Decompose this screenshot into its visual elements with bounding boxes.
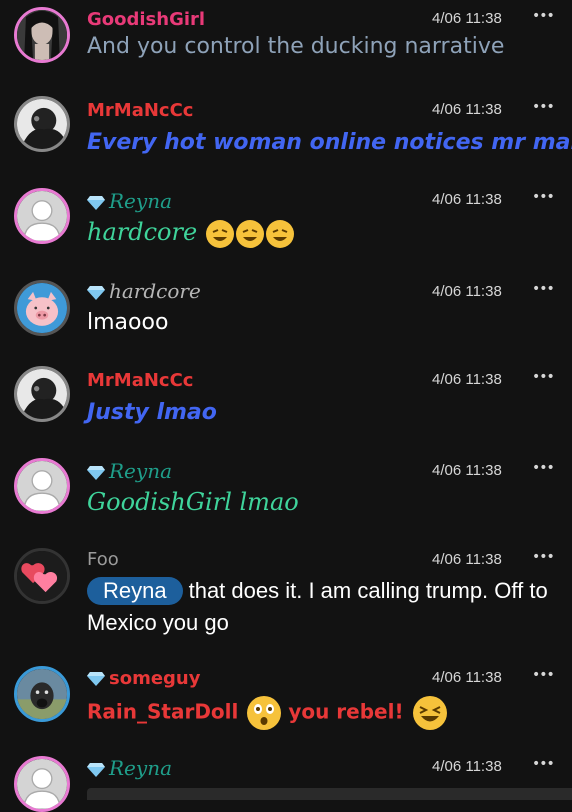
timestamp: 4/06 11:38	[432, 371, 502, 388]
username[interactable]: hardcore	[109, 279, 201, 303]
username-row: Reyna	[87, 189, 172, 213]
message-row: someguy Rain_StarDoll you rebel! 4/06 11…	[0, 660, 572, 750]
message-row: hardcore 4/06 11:38 ••• lmaooo	[0, 270, 572, 360]
diamond-icon	[87, 762, 105, 777]
message-row: Reyna 4/06 11:38 ••• GoodishGirl lmao	[0, 450, 572, 540]
avatar[interactable]	[14, 96, 70, 152]
avatar[interactable]	[14, 756, 70, 812]
username[interactable]: MrMaNcCc	[87, 100, 193, 121]
more-dots-icon[interactable]: •••	[532, 549, 555, 565]
message-line: Reyna that does it. I am calling trump. O…	[87, 577, 548, 605]
username[interactable]: Reyna	[109, 756, 172, 780]
timestamp: 4/06 11:38	[432, 283, 502, 300]
diamond-icon	[87, 285, 105, 300]
timestamp: 4/06 11:38	[432, 101, 502, 118]
avatar[interactable]	[14, 280, 70, 336]
avatar[interactable]	[14, 7, 70, 63]
timestamp: 4/06 11:38	[432, 669, 502, 686]
message-text: And you control the ducking narrative	[87, 34, 505, 59]
rofl-emoji-icon	[266, 220, 295, 248]
avatar[interactable]	[14, 366, 70, 422]
username-row: someguy	[87, 668, 200, 689]
avatar[interactable]	[14, 666, 70, 722]
message-text: that does it. I am calling trump. Off to	[188, 578, 548, 603]
astonished-emoji-icon	[247, 696, 282, 730]
rofl-emoji-icon	[236, 220, 265, 248]
message-text: GoodishGirl lmao	[87, 488, 299, 516]
message-row: Reyna 4/06 11:38 ••• hardcore	[0, 180, 572, 270]
message-row: MrMaNcCc 4/06 11:38 ••• Every hot woman …	[0, 90, 572, 180]
message-row: GoodishGirl 4/06 11:38 ••• And you contr…	[0, 0, 572, 90]
username[interactable]: GoodishGirl	[87, 9, 205, 30]
more-dots-icon[interactable]: •••	[532, 369, 555, 385]
avatar[interactable]	[14, 458, 70, 514]
message-text-b: you rebel!	[288, 699, 404, 724]
timestamp: 4/06 11:38	[432, 758, 502, 775]
mention-chip[interactable]: Reyna	[87, 577, 183, 605]
username[interactable]: someguy	[109, 668, 200, 689]
message-text: hardcore	[87, 218, 198, 246]
more-dots-icon[interactable]: •••	[532, 281, 555, 297]
more-dots-icon[interactable]: •••	[532, 99, 555, 115]
diamond-icon	[87, 672, 105, 686]
diamond-icon	[87, 465, 105, 480]
username[interactable]: Reyna	[109, 459, 172, 483]
avatar[interactable]	[14, 188, 70, 244]
message-text: Rain_StarDoll	[87, 699, 239, 724]
timestamp: 4/06 11:38	[432, 10, 502, 27]
message-row: Foo 4/06 11:38 ••• Reyna that does it. I …	[0, 540, 572, 660]
laughing-emoji-icon	[412, 696, 447, 730]
username-row: hardcore	[87, 279, 201, 303]
avatar[interactable]	[14, 548, 70, 604]
more-dots-icon[interactable]: •••	[532, 756, 555, 772]
message-text-continued: Mexico you go	[87, 610, 229, 635]
message-row: MrMaNcCc 4/06 11:38 ••• Justy lmao	[0, 360, 572, 450]
timestamp: 4/06 11:38	[432, 551, 502, 568]
message-line: Rain_StarDoll you rebel!	[87, 696, 447, 730]
more-dots-icon[interactable]: •••	[532, 189, 555, 205]
message-input-bar[interactable]	[87, 788, 572, 800]
username[interactable]: MrMaNcCc	[87, 370, 193, 391]
username[interactable]: Reyna	[109, 189, 172, 213]
rofl-emoji-icon	[206, 220, 235, 248]
diamond-icon	[87, 195, 105, 210]
more-dots-icon[interactable]: •••	[532, 460, 555, 476]
username[interactable]: Foo	[87, 549, 119, 570]
timestamp: 4/06 11:38	[432, 462, 502, 479]
more-dots-icon[interactable]: •••	[532, 667, 555, 683]
username-row: Reyna	[87, 756, 172, 780]
timestamp: 4/06 11:38	[432, 191, 502, 208]
message-text: Every hot woman online notices mr manc	[87, 130, 572, 155]
username-row: Reyna	[87, 459, 172, 483]
message-line: hardcore	[87, 218, 295, 248]
more-dots-icon[interactable]: •••	[532, 8, 555, 24]
message-text: lmaooo	[87, 310, 169, 335]
message-text: Justy lmao	[87, 400, 217, 425]
